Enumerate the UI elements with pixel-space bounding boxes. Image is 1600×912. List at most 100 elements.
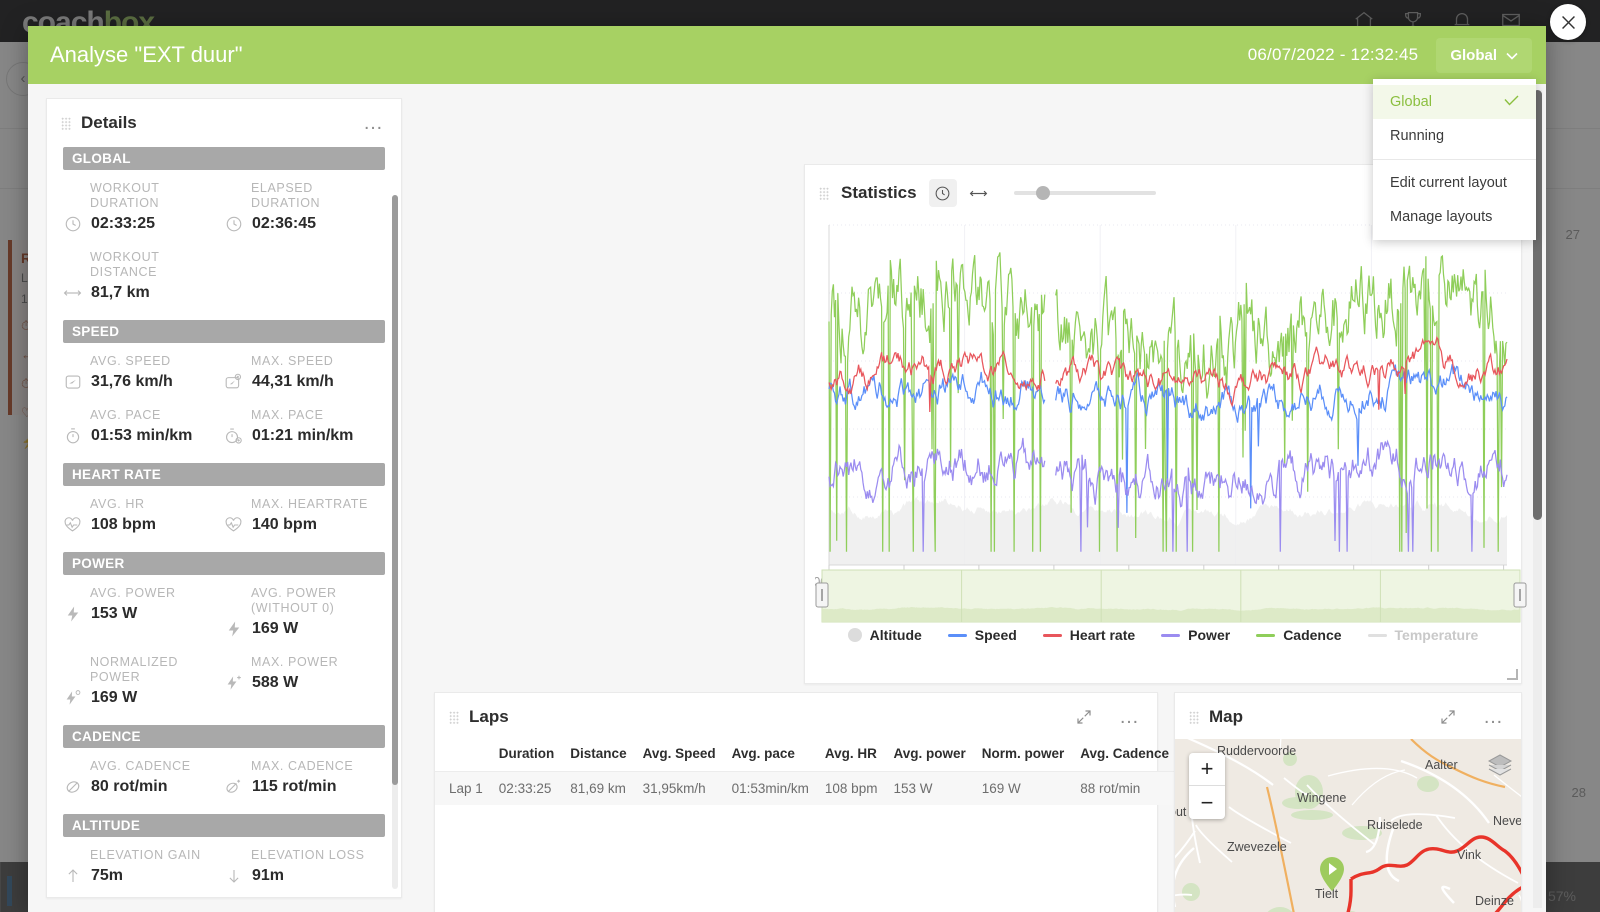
workout-datetime: 06/07/2022 - 12:32:45 [1247,45,1419,64]
map-canvas[interactable]: Ruddervoorde Aalter Wingene Ruiselede Zwevez… [1175,739,1521,912]
details-metric-value: 588 W [252,673,299,691]
details-panel: Details … GLOBAL WORKOUT DURATION 02:33:25… [46,98,402,898]
legend-item[interactable]: Altitude [847,627,922,643]
details-metric-label: ELEVATION GAIN [90,848,201,862]
edit-current-layout-label: Edit current layout [1390,175,1507,191]
close-icon[interactable] [1550,4,1586,40]
details-metric-row: AVG. SPEED 31,76 km/h MAX. SPEED 44,31 km/h [63,349,385,403]
statistics-brush[interactable] [815,569,1527,625]
layers-icon[interactable] [1487,753,1513,782]
legend-label: Speed [974,627,1017,643]
details-metric-label: MAX. SPEED [251,354,334,368]
laps-panel: Laps … Duration Distance Avg. Speed Avg. pa… [434,692,1178,912]
laps-column-header[interactable]: Avg. HR [817,740,886,772]
legend-item[interactable]: Cadence [1256,627,1342,643]
zoom-slider-thumb[interactable] [1035,186,1050,200]
details-metric-value: 31,76 km/h [91,372,173,390]
analysis-modal: Analyse "EXT duur" 06/07/2022 - 12:32:45… [28,26,1546,912]
map-label: Deinze [1475,894,1514,908]
cadence-plus-icon [224,777,243,796]
details-metric: AVG. POWER (WITHOUT 0) 169 W [224,581,385,650]
details-panel-menu-button[interactable]: … [363,113,385,133]
brush-handle-left [815,582,829,608]
drag-handle-icon[interactable] [449,710,459,724]
cadence-icon [63,777,82,796]
laps-cell: 153 W [893,781,933,796]
details-panel-title: Details [81,113,137,132]
details-scrollbar[interactable] [392,195,398,889]
drag-handle-icon[interactable] [61,116,71,130]
details-metric-value: 115 rot/min [252,777,337,795]
laps-cell: 169 W [981,781,1021,796]
series-altitude [829,497,1507,565]
details-metric: ELAPSED DURATION 02:36:45 [224,176,385,245]
manage-layouts-item[interactable]: Manage layouts [1373,200,1536,234]
clock-icon [63,214,82,233]
legend-item[interactable]: Heart rate [1042,627,1135,643]
details-metric-value: 108 bpm [91,515,156,533]
manage-layouts-label: Manage layouts [1390,209,1493,225]
details-metric-label: MAX. HEARTRATE [251,497,368,511]
expand-icon[interactable] [1439,708,1457,726]
legend-item[interactable]: Speed [947,627,1017,643]
map-svg[interactable]: Ruddervoorde Aalter Wingene Ruiselede Zwevez… [1175,739,1521,912]
edit-current-layout-item[interactable]: Edit current layout [1373,166,1536,200]
details-metric-label: AVG. POWER (WITHOUT 0) [251,586,337,615]
details-metric-row: WORKOUT DISTANCE 81,7 km [63,245,385,314]
statistics-panel-title: Statistics [841,183,917,202]
details-metric-value: 01:21 min/km [252,426,354,444]
laps-column-header[interactable]: Avg. power [885,740,973,772]
details-metric: WORKOUT DISTANCE 81,7 km [63,245,224,314]
chart-svg[interactable]: 00:0016:4033:2050:0001:06:4001:23:2001:4… [815,217,1513,607]
details-group: SPEED AVG. SPEED 31,76 km/h MAX. SPEED 44,31… [63,320,385,457]
table-row[interactable]: Lap 1 02:33:25 81,69 km 31,95km/h 01:53min/k… [435,771,1178,805]
laps-column-header[interactable]: Norm. power [974,740,1073,772]
laps-column-header[interactable]: Avg. Cadence [1072,740,1177,772]
details-metric-value: 01:53 min/km [91,426,193,444]
laps-table-head: Duration Distance Avg. Speed Avg. pace Avg. … [435,740,1177,772]
laps-column-header[interactable]: Avg. Speed [635,740,724,772]
details-group-title: SPEED [63,320,385,343]
expand-icon[interactable] [1075,708,1093,726]
map-panel-title: Map [1209,707,1243,726]
zoom-slider[interactable] [1013,183,1156,203]
axis-mode-distance-button[interactable] [969,187,988,200]
details-metric-row: AVG. CADENCE 80 rot/min MAX. CADENCE 115 ro… [63,754,385,808]
legend-item[interactable]: Power [1161,627,1230,643]
details-group-title: GLOBAL [63,147,385,170]
map-zoom-in-button[interactable]: + [1189,753,1225,786]
brush-svg[interactable] [815,569,1527,625]
map-zoom-out-button[interactable]: − [1189,786,1225,819]
details-metric-value-row: 169 W [63,688,224,707]
laps-column-header[interactable]: Distance [562,740,634,772]
statistics-chart[interactable]: 00:0016:4033:2050:0001:06:4001:23:2001:4… [815,217,1513,607]
details-group: CADENCE AVG. CADENCE 80 rot/min MAX. CADENC… [63,725,385,808]
laps-header-row: Duration Distance Avg. Speed Avg. pace Avg. … [435,740,1177,772]
axis-mode-time-button[interactable] [928,179,957,207]
stopwatch-plus-icon [224,426,243,445]
details-panel-header: Details … [47,99,401,146]
stopwatch-icon [63,426,82,445]
laps-column-header[interactable] [435,740,491,772]
details-metric-value: 44,31 km/h [252,372,334,390]
layout-selector[interactable]: Global [1436,37,1532,73]
legend-item[interactable]: Temperature [1367,627,1478,643]
laps-column-header[interactable]: Duration [491,740,563,772]
map-panel-menu-button[interactable]: … [1483,707,1505,727]
panel-resize-handle[interactable] [1507,669,1518,680]
laps-column-header[interactable]: Avg. pace [724,740,817,772]
details-metric-label: NORMALIZED POWER [90,655,178,684]
laps-panel-menu-button[interactable]: … [1119,707,1141,727]
layout-selector-label: Global [1450,46,1497,64]
layout-menu-item-global[interactable]: Global [1373,85,1536,119]
drag-handle-icon[interactable] [1189,710,1199,724]
details-metric-value-row: 108 bpm [63,515,224,534]
layout-menu-item-running[interactable]: Running [1373,119,1536,153]
drag-handle-icon[interactable] [819,186,829,200]
details-metric: MAX. PACE 01:21 min/km [224,403,385,457]
map-label: Ruiselede [1367,818,1423,832]
details-scroll-area[interactable]: GLOBAL WORKOUT DURATION 02:33:25 ELAPSED DU… [47,147,401,897]
details-scrollbar-thumb[interactable] [392,195,398,785]
legend-swatch-line [1161,633,1181,637]
details-metric-label: AVG. SPEED [90,354,171,368]
